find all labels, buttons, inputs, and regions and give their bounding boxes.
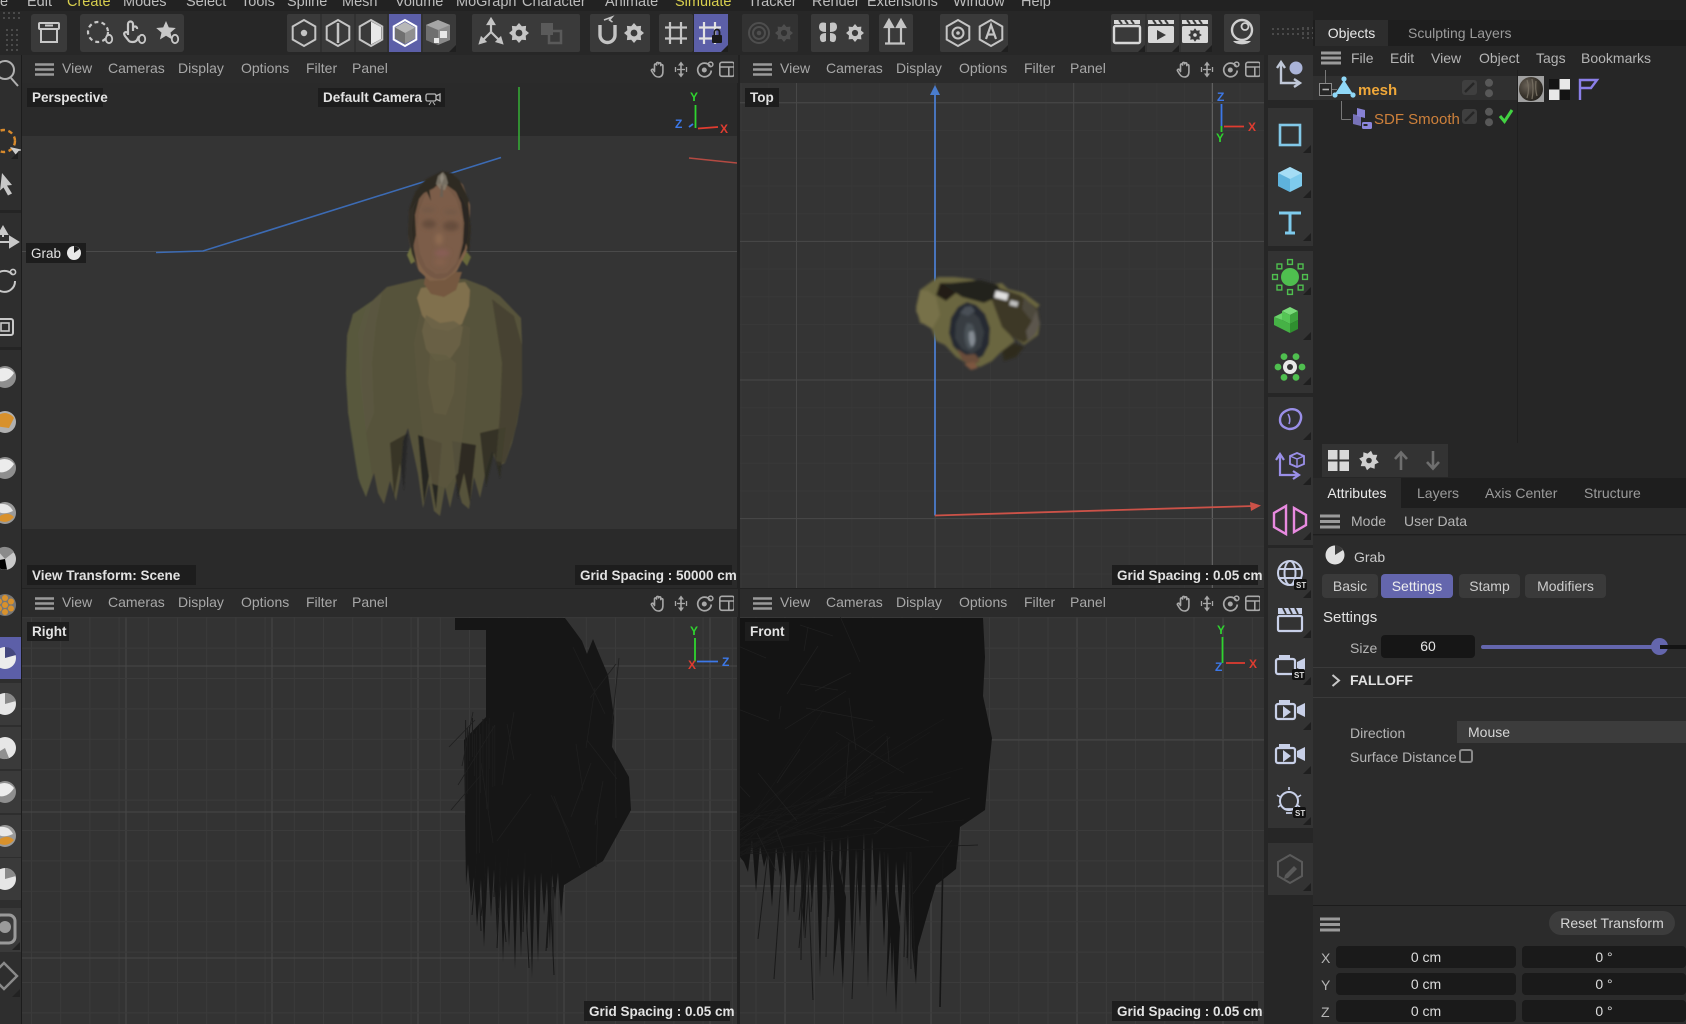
svg-text:Y: Y — [1216, 131, 1224, 145]
svg-text:Y: Y — [690, 90, 698, 104]
svg-text:X: X — [720, 122, 728, 136]
svg-text:Y: Y — [690, 624, 698, 638]
svg-text:Z: Z — [722, 655, 729, 669]
svg-text:Top: Top — [750, 90, 774, 105]
svg-text:Front: Front — [750, 624, 785, 639]
svg-text:X: X — [1249, 657, 1257, 671]
svg-text:Grid Spacing : 0.05 cm: Grid Spacing : 0.05 cm — [1117, 1004, 1263, 1019]
svg-text:Z: Z — [675, 117, 682, 131]
svg-text:Y: Y — [1217, 623, 1225, 637]
svg-text:ST: ST — [1294, 671, 1304, 680]
svg-text:Grid Spacing : 0.05 cm: Grid Spacing : 0.05 cm — [1117, 568, 1263, 583]
svg-text:Z: Z — [1217, 90, 1224, 104]
svg-text:Grid Spacing : 0.05 cm: Grid Spacing : 0.05 cm — [589, 1004, 735, 1019]
svg-text:X: X — [1248, 120, 1256, 134]
svg-text:Right: Right — [32, 624, 67, 639]
svg-text:Perspective: Perspective — [32, 90, 108, 105]
svg-text:ST: ST — [1295, 809, 1305, 818]
svg-text:X: X — [688, 658, 696, 672]
svg-text:ST: ST — [1296, 581, 1306, 590]
svg-text:Grab: Grab — [31, 246, 61, 261]
svg-text:Grid Spacing : 50000 cm: Grid Spacing : 50000 cm — [580, 568, 737, 583]
svg-text:Default Camera: Default Camera — [323, 90, 423, 105]
svg-text:Z: Z — [1215, 660, 1222, 674]
svg-text:View Transform: Scene: View Transform: Scene — [32, 568, 181, 583]
